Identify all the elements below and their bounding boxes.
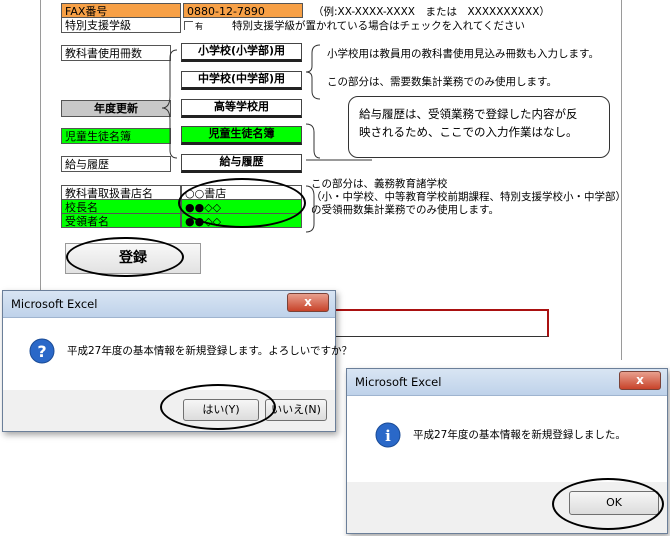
confirm-dialog-body: ? 平成27年度の基本情報を新規登録します。よろしいですか？ (3, 318, 352, 390)
svg-text:?: ? (37, 342, 46, 361)
completion-dialog-body: i 平成27年度の基本情報を新規登録しました。 (347, 396, 667, 482)
close-icon[interactable]: x (619, 371, 661, 390)
completion-dialog: Microsoft Excel x i 平成27年度の基本情報を新規登録しました… (346, 368, 668, 534)
callout-line-2: 映されるため、ここでの入力作業はなし。 (359, 125, 578, 139)
info-icon: i (375, 422, 401, 448)
svg-text:i: i (385, 427, 391, 445)
completion-dialog-title: Microsoft Excel (355, 375, 442, 389)
ok-button[interactable]: OK (569, 491, 659, 515)
confirm-dialog-titlebar: Microsoft Excel x (3, 291, 335, 318)
yes-button[interactable]: はい(Y) (183, 399, 259, 421)
close-icon[interactable]: x (287, 293, 329, 312)
confirm-dialog-message: 平成27年度の基本情報を新規登録します。よろしいですか？ (67, 345, 352, 357)
callout-line-1: 給与履歴は、受領業務で登録した内容が反 (359, 107, 578, 121)
question-icon: ? (29, 338, 55, 364)
callout-salary-note: 給与履歴は、受領業務で登録した内容が反 映されるため、ここでの入力作業はなし。 (348, 96, 610, 158)
completion-dialog-message: 平成27年度の基本情報を新規登録しました。 (413, 429, 626, 441)
confirm-dialog-title: Microsoft Excel (11, 297, 98, 311)
confirm-dialog: Microsoft Excel x ? 平成27年度の基本情報を新規登録します。… (2, 290, 352, 432)
completion-dialog-titlebar: Microsoft Excel x (347, 369, 667, 396)
no-button[interactable]: いいえ(N) (265, 399, 327, 421)
